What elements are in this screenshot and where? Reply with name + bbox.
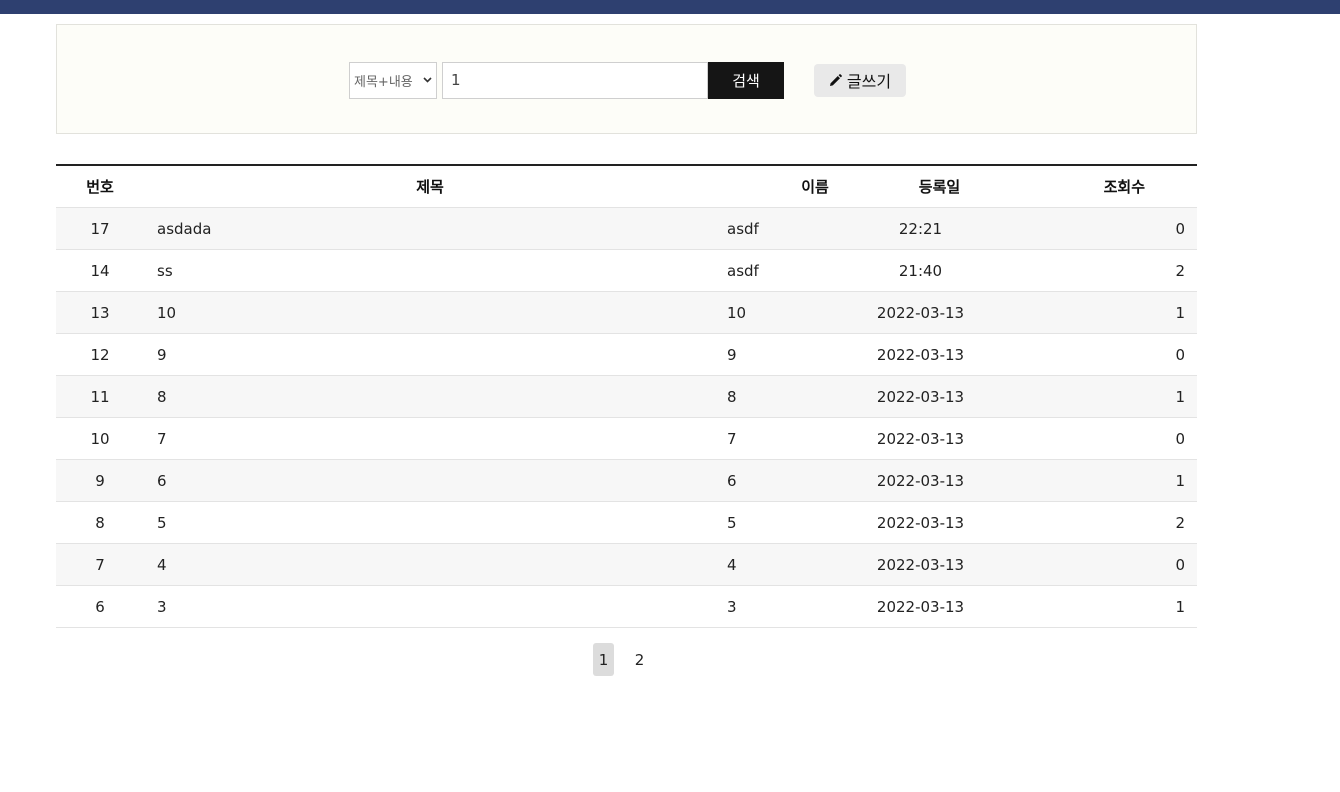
row-title-link[interactable]: 5 <box>144 514 716 532</box>
table-row[interactable]: 14 ss asdf 21:40 2 <box>56 250 1197 292</box>
row-date: 22:21 <box>898 219 943 238</box>
pagination: 1 2 <box>593 643 665 676</box>
row-date: 2022-03-13 <box>876 387 965 406</box>
row-no: 8 <box>95 513 105 532</box>
table-row[interactable]: 6 3 3 2022-03-13 1 <box>56 586 1197 628</box>
search-input[interactable]: 1 <box>442 61 708 99</box>
table-row[interactable]: 8 5 5 2022-03-13 2 <box>56 502 1197 544</box>
row-title-link[interactable]: 9 <box>144 346 716 364</box>
row-name: asdf <box>727 219 759 238</box>
row-title-link[interactable]: asdada <box>144 220 716 238</box>
row-views: 0 <box>1175 345 1185 364</box>
row-name: 3 <box>727 597 737 616</box>
row-no: 7 <box>95 555 105 574</box>
search-form: 제목+내용 1 검색 글쓰기 <box>349 61 906 99</box>
row-name: 4 <box>727 555 737 574</box>
chevron-down-icon <box>423 75 432 86</box>
row-date: 2022-03-13 <box>876 597 965 616</box>
search-field-selected: 제목+내용 <box>354 74 413 90</box>
table-row[interactable]: 13 10 10 2022-03-13 1 <box>56 292 1197 334</box>
search-panel: 제목+내용 1 검색 글쓰기 <box>56 24 1197 134</box>
row-no: 17 <box>90 219 110 238</box>
row-date: 2022-03-13 <box>876 555 965 574</box>
header-name: 이름 <box>801 178 829 196</box>
board-table: 번호 제목 이름 등록일 조회수 17 asdada asdf 22:21 0 … <box>56 164 1197 628</box>
table-row[interactable]: 12 9 9 2022-03-13 0 <box>56 334 1197 376</box>
row-date: 2022-03-13 <box>876 345 965 364</box>
row-name: 7 <box>727 429 737 448</box>
row-name: 8 <box>727 387 737 406</box>
row-no: 10 <box>90 429 110 448</box>
row-name: 6 <box>727 471 737 490</box>
row-title-link[interactable]: 6 <box>144 472 716 490</box>
row-name: 9 <box>727 345 737 364</box>
row-title-link[interactable]: 10 <box>144 304 716 322</box>
row-views: 1 <box>1175 303 1185 322</box>
search-field-select[interactable]: 제목+내용 <box>349 61 437 99</box>
table-row[interactable]: 17 asdada asdf 22:21 0 <box>56 208 1197 250</box>
row-views: 2 <box>1175 261 1185 280</box>
row-views: 0 <box>1175 555 1185 574</box>
row-date: 2022-03-13 <box>876 471 965 490</box>
header-title: 제목 <box>416 178 444 196</box>
row-views: 0 <box>1175 429 1185 448</box>
row-views: 1 <box>1175 387 1185 406</box>
row-name: 5 <box>727 513 737 532</box>
row-views: 2 <box>1175 513 1185 532</box>
table-header: 번호 제목 이름 등록일 조회수 <box>56 166 1197 208</box>
row-no: 11 <box>90 387 110 406</box>
header-date: 등록일 <box>918 178 961 196</box>
row-no: 12 <box>90 345 110 364</box>
row-name: asdf <box>727 261 759 280</box>
page-link-2[interactable]: 2 <box>629 643 650 676</box>
row-title-link[interactable]: 7 <box>144 430 716 448</box>
row-date: 2022-03-13 <box>876 303 965 322</box>
row-views: 1 <box>1175 597 1185 616</box>
row-title-link[interactable]: 4 <box>144 556 716 574</box>
header-no: 번호 <box>86 178 114 196</box>
row-no: 6 <box>95 597 105 616</box>
write-post-button[interactable]: 글쓰기 <box>814 63 906 97</box>
header-views: 조회수 <box>1103 178 1145 196</box>
row-title-link[interactable]: 3 <box>144 598 716 616</box>
table-row[interactable]: 11 8 8 2022-03-13 1 <box>56 376 1197 418</box>
write-post-label: 글쓰기 <box>846 72 892 91</box>
search-button[interactable]: 검색 <box>708 61 784 99</box>
row-date: 2022-03-13 <box>876 429 965 448</box>
row-views: 0 <box>1175 219 1185 238</box>
top-nav-bar <box>0 0 1340 14</box>
page-link-1[interactable]: 1 <box>593 643 614 676</box>
table-row[interactable]: 9 6 6 2022-03-13 1 <box>56 460 1197 502</box>
pencil-icon <box>829 73 842 87</box>
row-no: 9 <box>95 471 105 490</box>
table-row[interactable]: 7 4 4 2022-03-13 0 <box>56 544 1197 586</box>
table-row[interactable]: 10 7 7 2022-03-13 0 <box>56 418 1197 460</box>
row-name: 10 <box>727 303 747 322</box>
row-no: 13 <box>90 303 110 322</box>
row-title-link[interactable]: 8 <box>144 388 716 406</box>
row-views: 1 <box>1175 471 1185 490</box>
row-no: 14 <box>90 261 110 280</box>
row-date: 2022-03-13 <box>876 513 965 532</box>
row-date: 21:40 <box>898 261 943 280</box>
row-title-link[interactable]: ss <box>144 262 716 280</box>
